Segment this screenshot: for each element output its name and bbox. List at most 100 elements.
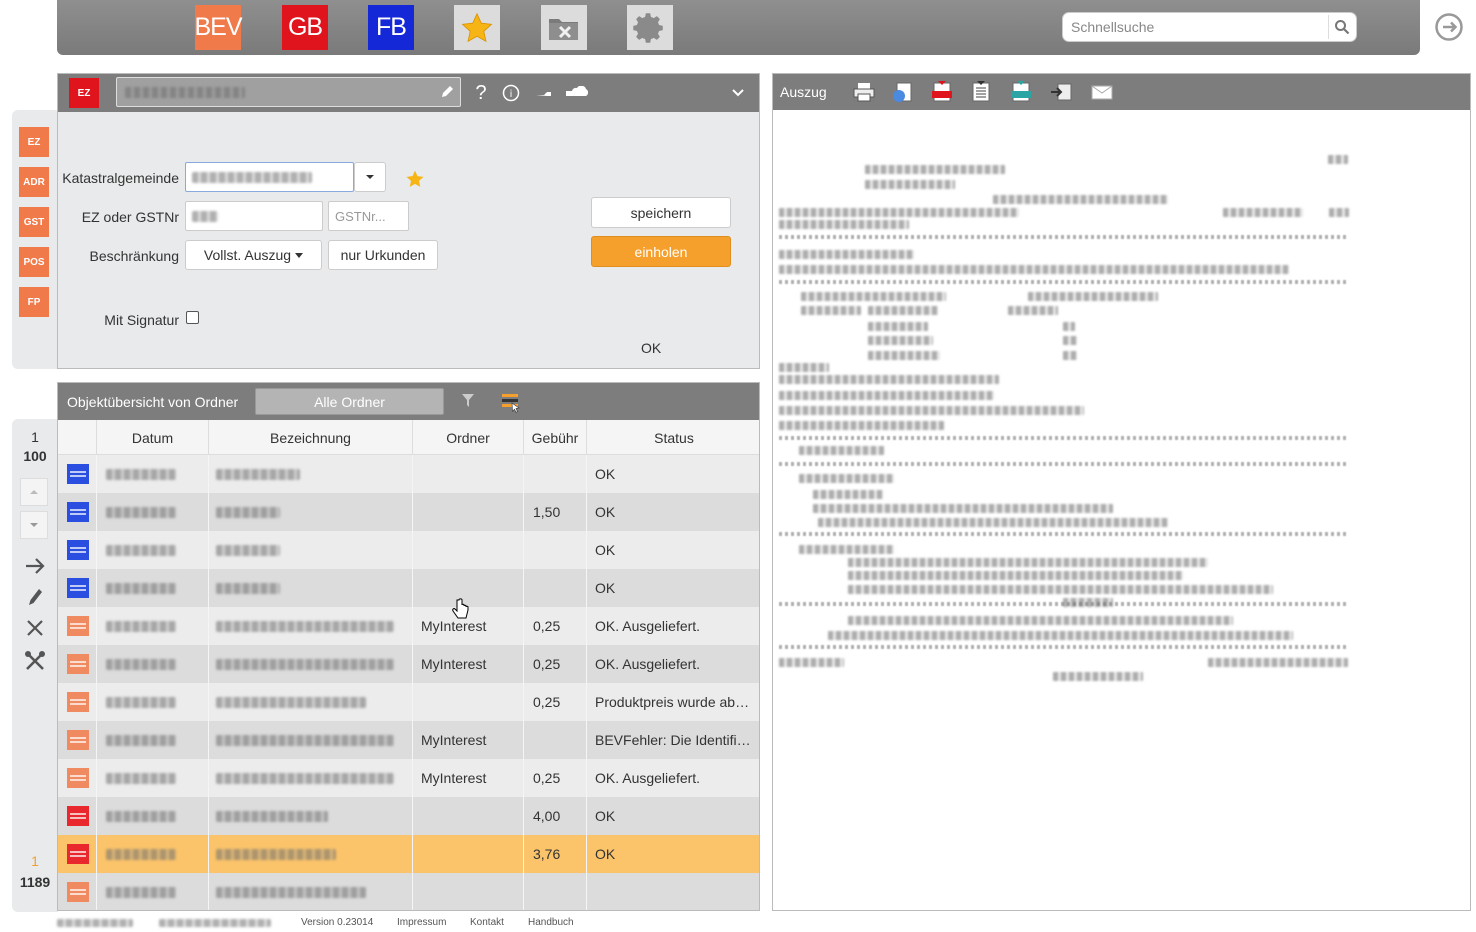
document-text-line [865, 180, 955, 189]
bev-button[interactable]: BEV [194, 5, 243, 50]
auszug-type-select[interactable]: Vollst. Auszug [185, 240, 322, 270]
katastralgemeinde-input[interactable] [185, 162, 354, 192]
table-row[interactable]: 4,00 OK [58, 797, 759, 835]
col-status[interactable]: Status [587, 420, 759, 455]
col-ordner[interactable]: Ordner [413, 420, 524, 455]
pencil-icon[interactable] [440, 85, 454, 99]
table-row[interactable] [58, 873, 759, 910]
folder-dropdown[interactable]: Alle Ordner [255, 388, 444, 415]
document-text-line [848, 558, 1208, 567]
table-row[interactable]: OK [58, 569, 759, 607]
table-row[interactable]: MyInterest 0,25 OK. Ausgeliefert. [58, 645, 759, 683]
table-row[interactable]: 3,76 OK [58, 835, 759, 873]
gb-label: GB [287, 13, 323, 41]
row-ordner [413, 797, 524, 835]
document-text-line [1329, 208, 1349, 217]
scroll-down-button[interactable] [20, 511, 48, 539]
handbuch-link[interactable]: Handbuch [528, 917, 574, 928]
tab-pos[interactable]: POS [19, 247, 49, 277]
edit-pencil-icon[interactable] [23, 585, 47, 609]
row-gebuehr: 1,50 [524, 493, 587, 531]
row-ordner: MyInterest [413, 645, 524, 683]
document-text-line [848, 571, 1183, 580]
document-text-line [779, 658, 844, 667]
document-text-line [865, 165, 1005, 174]
document-text-line [1063, 351, 1077, 360]
scroll-up-button[interactable] [20, 478, 48, 506]
table-row[interactable]: MyInterest 0,25 OK. Ausgeliefert. [58, 759, 759, 797]
fb-label: FB [376, 13, 407, 41]
document-text-line [779, 208, 1019, 217]
row-bezeichnung [209, 569, 413, 607]
kontakt-link[interactable]: Kontakt [470, 917, 504, 928]
nur-urkunden-button[interactable]: nur Urkunden [328, 240, 438, 270]
document-text-line [779, 363, 829, 372]
document-text-line [993, 195, 1168, 204]
export-icon[interactable] [1049, 81, 1073, 103]
document-text-line [779, 250, 914, 259]
favorite-star-icon[interactable] [405, 169, 425, 189]
katastralgemeinde-value [192, 171, 312, 183]
gb-button[interactable]: GB [282, 5, 328, 50]
row-gebuehr: 0,25 [524, 607, 587, 645]
table-row[interactable]: OK [58, 531, 759, 569]
collapse-chevron-icon[interactable] [727, 82, 749, 104]
info-icon[interactable]: i [500, 82, 522, 104]
col-datum[interactable]: Datum [97, 420, 209, 455]
tab-ez[interactable]: EZ [19, 127, 49, 157]
column-config-icon[interactable] [500, 391, 522, 413]
logout-icon[interactable] [1434, 12, 1464, 42]
tab-fp[interactable]: FP [19, 287, 49, 317]
favorites-button[interactable] [454, 5, 500, 50]
pdf-icon[interactable] [930, 81, 954, 103]
top-toolbar: BEV GB FB [57, 0, 1420, 55]
settings-button[interactable] [627, 5, 673, 50]
gstnr-input[interactable]: GSTNr... [328, 201, 409, 231]
fb-button[interactable]: FB [368, 5, 414, 50]
search-button[interactable] [1328, 15, 1354, 39]
text-document-icon[interactable] [969, 81, 993, 103]
ez-query-form: EZ ? i Katastralgemeinde EZ oder GSTNr G… [57, 73, 760, 369]
col-gebuehr[interactable]: Gebühr [524, 420, 587, 455]
xml-icon[interactable] [1009, 81, 1033, 103]
delete-x-icon[interactable] [23, 616, 47, 640]
document-type-icon [67, 578, 89, 598]
impressum-link[interactable]: Impressum [397, 917, 446, 928]
search-input[interactable] [1069, 16, 1321, 38]
help-icon[interactable]: ? [470, 82, 492, 104]
row-ordner [413, 835, 524, 873]
mail-icon[interactable] [1090, 81, 1114, 103]
ez-input[interactable] [185, 201, 323, 231]
tab-gst[interactable]: GST [19, 207, 49, 237]
speichern-button[interactable]: speichern [591, 197, 731, 228]
row-icon-cell [58, 531, 97, 569]
col-bezeichnung[interactable]: Bezeichnung [209, 420, 413, 455]
row-datum [97, 569, 209, 607]
row-ordner [413, 531, 524, 569]
row-status [587, 873, 759, 910]
katastralgemeinde-dropdown-button[interactable] [354, 162, 386, 192]
row-bezeichnung [209, 645, 413, 683]
table-row[interactable]: OK [58, 455, 759, 493]
mit-signatur-checkbox[interactable] [186, 311, 199, 324]
table-row[interactable]: 1,50 OK [58, 493, 759, 531]
object-title-field[interactable] [116, 77, 461, 107]
tools-icon[interactable] [23, 649, 47, 673]
arrow-right-icon[interactable] [23, 554, 47, 578]
globe-document-icon[interactable] [891, 81, 915, 103]
einholen-button[interactable]: einholen [591, 236, 731, 267]
print-icon[interactable] [852, 81, 876, 103]
tab-adr[interactable]: ADR [19, 167, 49, 197]
row-datum [97, 493, 209, 531]
table-row[interactable]: MyInterest BEVFehler: Die Identifi… [58, 721, 759, 759]
table-row[interactable]: 0,25 Produktpreis wurde ab… [58, 683, 759, 721]
pin-icon[interactable] [533, 82, 555, 104]
filter-icon[interactable] [461, 393, 475, 409]
row-gebuehr [524, 873, 587, 910]
folder-tools-button[interactable] [541, 5, 587, 50]
row-icon-cell [58, 797, 97, 835]
row-datum [97, 645, 209, 683]
cloud-icon[interactable] [563, 82, 591, 104]
table-row[interactable]: MyInterest 0,25 OK. Ausgeliefert. [58, 607, 759, 645]
document-text-line [848, 585, 1273, 594]
